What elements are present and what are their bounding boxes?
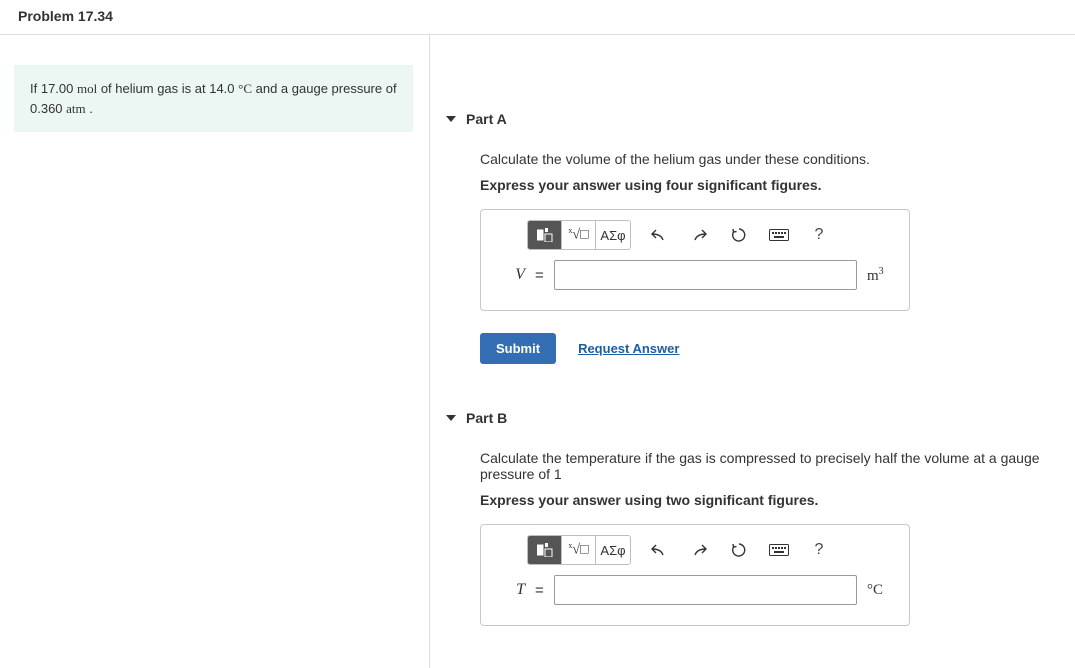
template-button[interactable]	[528, 221, 562, 249]
toolbar-icons: ?	[649, 540, 829, 560]
unit-atm: atm	[66, 101, 86, 116]
part-a: Part A Calculate the volume of the heliu…	[430, 105, 1075, 364]
equation-tool-group: x√□ ΑΣφ	[527, 220, 631, 250]
main-layout: If 17.00 mol of helium gas is at 14.0 °C…	[0, 35, 1075, 668]
chevron-down-icon	[446, 415, 456, 421]
chevron-down-icon	[446, 116, 456, 122]
help-button[interactable]: ?	[809, 225, 829, 245]
reset-button[interactable]	[729, 540, 749, 560]
part-b-input-row: T = °C	[481, 575, 909, 625]
equation-tool-group: x√□ ΑΣφ	[527, 535, 631, 565]
keyboard-icon	[769, 544, 789, 556]
equals-sign: =	[535, 267, 544, 284]
part-b: Part B Calculate the temperature if the …	[430, 404, 1075, 626]
submit-button[interactable]: Submit	[480, 333, 556, 364]
sqrt-button[interactable]: x√□	[562, 536, 596, 564]
undo-button[interactable]	[649, 225, 669, 245]
part-b-input[interactable]	[554, 575, 857, 605]
keyboard-icon	[769, 229, 789, 241]
reset-icon	[731, 542, 747, 558]
unit-degc: °C	[867, 582, 895, 599]
part-a-body: Calculate the volume of the helium gas u…	[430, 151, 1075, 364]
keyboard-button[interactable]	[769, 225, 789, 245]
part-b-answer-box: x√□ ΑΣφ	[480, 524, 910, 626]
template-icon	[537, 228, 553, 242]
undo-icon	[651, 228, 667, 242]
template-button[interactable]	[528, 536, 562, 564]
part-a-answer-box: x√□ ΑΣφ	[480, 209, 910, 311]
toolbar-icons: ?	[649, 225, 829, 245]
variable-V: V	[495, 266, 525, 284]
redo-button[interactable]	[689, 540, 709, 560]
part-b-toolbar: x√□ ΑΣφ	[481, 525, 909, 575]
keyboard-button[interactable]	[769, 540, 789, 560]
page-title: Problem 17.34	[0, 0, 1075, 35]
redo-icon	[691, 228, 707, 242]
stmt-mid1: of helium gas is at 14.0	[97, 81, 238, 96]
part-a-actions: Submit Request Answer	[480, 333, 1061, 364]
undo-icon	[651, 543, 667, 557]
greek-button[interactable]: ΑΣφ	[596, 536, 630, 564]
part-b-body: Calculate the temperature if the gas is …	[430, 450, 1075, 626]
greek-button[interactable]: ΑΣφ	[596, 221, 630, 249]
redo-icon	[691, 543, 707, 557]
part-b-title: Part B	[466, 410, 507, 426]
equals-sign: =	[535, 582, 544, 599]
part-a-header[interactable]: Part A	[430, 105, 1075, 133]
part-a-prompt: Calculate the volume of the helium gas u…	[480, 151, 1061, 167]
request-answer-link[interactable]: Request Answer	[578, 341, 679, 356]
problem-statement: If 17.00 mol of helium gas is at 14.0 °C…	[14, 65, 413, 132]
reset-button[interactable]	[729, 225, 749, 245]
sqrt-icon: x√□	[568, 226, 588, 244]
variable-T: T	[495, 581, 525, 599]
undo-button[interactable]	[649, 540, 669, 560]
stmt-prefix: If 17.00	[30, 81, 77, 96]
part-a-input-row: V = m3	[481, 260, 909, 310]
sqrt-icon: x√□	[568, 541, 588, 559]
help-button[interactable]: ?	[809, 540, 829, 560]
unit-m3: m3	[867, 266, 895, 285]
part-a-toolbar: x√□ ΑΣφ	[481, 210, 909, 260]
part-a-input[interactable]	[554, 260, 857, 290]
part-b-prompt: Calculate the temperature if the gas is …	[480, 450, 1061, 482]
redo-button[interactable]	[689, 225, 709, 245]
part-b-sigfig: Express your answer using two significan…	[480, 492, 1061, 508]
left-column: If 17.00 mol of helium gas is at 14.0 °C…	[0, 35, 430, 668]
right-column: Part A Calculate the volume of the heliu…	[430, 35, 1075, 668]
unit-mol: mol	[77, 81, 97, 96]
unit-degc: °C	[238, 81, 252, 96]
part-b-header[interactable]: Part B	[430, 404, 1075, 432]
reset-icon	[731, 227, 747, 243]
template-icon	[537, 543, 553, 557]
stmt-suffix: .	[86, 101, 93, 116]
sqrt-button[interactable]: x√□	[562, 221, 596, 249]
part-a-title: Part A	[466, 111, 507, 127]
part-a-sigfig: Express your answer using four significa…	[480, 177, 1061, 193]
